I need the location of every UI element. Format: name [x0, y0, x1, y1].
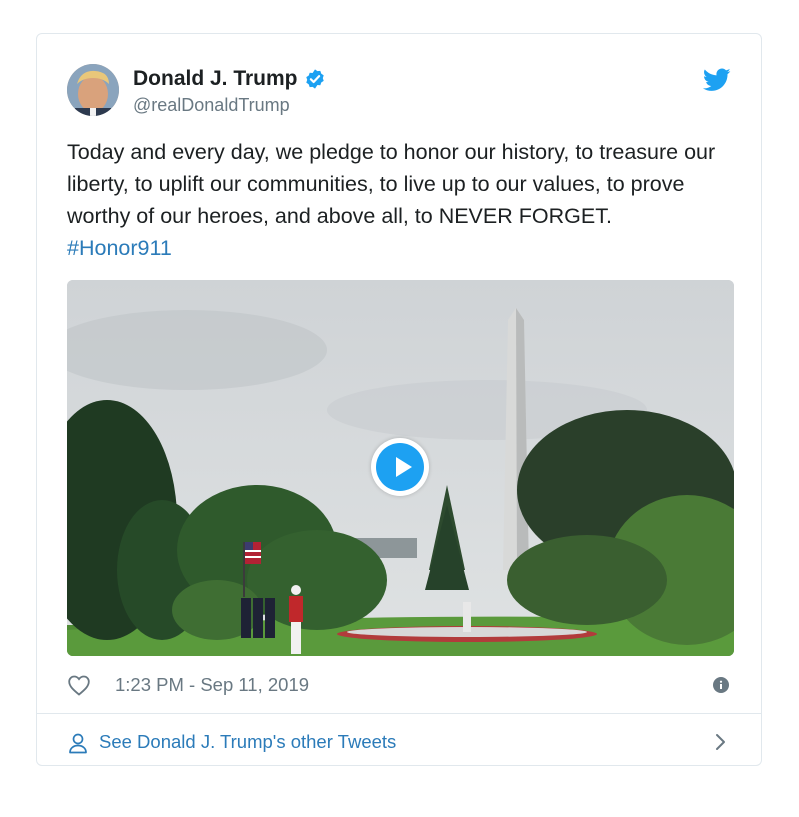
person-icon — [69, 733, 87, 754]
tweet-body: Today and every day, we pledge to honor … — [67, 140, 716, 228]
heart-icon[interactable] — [67, 674, 91, 696]
chevron-right-icon — [716, 734, 725, 750]
info-icon[interactable] — [713, 677, 729, 693]
hashtag-link[interactable]: #Honor911 — [67, 236, 172, 260]
divider — [37, 713, 761, 714]
play-icon — [376, 443, 424, 491]
tweet-meta: 1:23 PM - Sep 11, 2019 — [67, 672, 731, 698]
play-button[interactable] — [371, 438, 429, 496]
tweet-card: Donald J. Trump @realDonaldTrump Today a… — [36, 33, 762, 766]
avatar-image — [67, 64, 119, 116]
author-handle[interactable]: @realDonaldTrump — [133, 93, 326, 117]
verified-badge-icon — [305, 69, 324, 89]
avatar[interactable] — [67, 64, 119, 116]
tweet-timestamp[interactable]: 1:23 PM - Sep 11, 2019 — [115, 672, 309, 698]
tweet-text: Today and every day, we pledge to honor … — [67, 136, 737, 264]
other-tweets-footer[interactable]: See Donald J. Trump's other Tweets — [67, 728, 731, 756]
tweet-header: Donald J. Trump @realDonaldTrump — [67, 64, 731, 120]
twitter-bird-icon[interactable] — [703, 68, 731, 92]
see-other-tweets-link[interactable]: See Donald J. Trump's other Tweets — [99, 728, 396, 756]
display-name[interactable]: Donald J. Trump — [133, 66, 298, 92]
author-names: Donald J. Trump @realDonaldTrump — [133, 66, 326, 117]
video-player[interactable] — [67, 280, 734, 656]
